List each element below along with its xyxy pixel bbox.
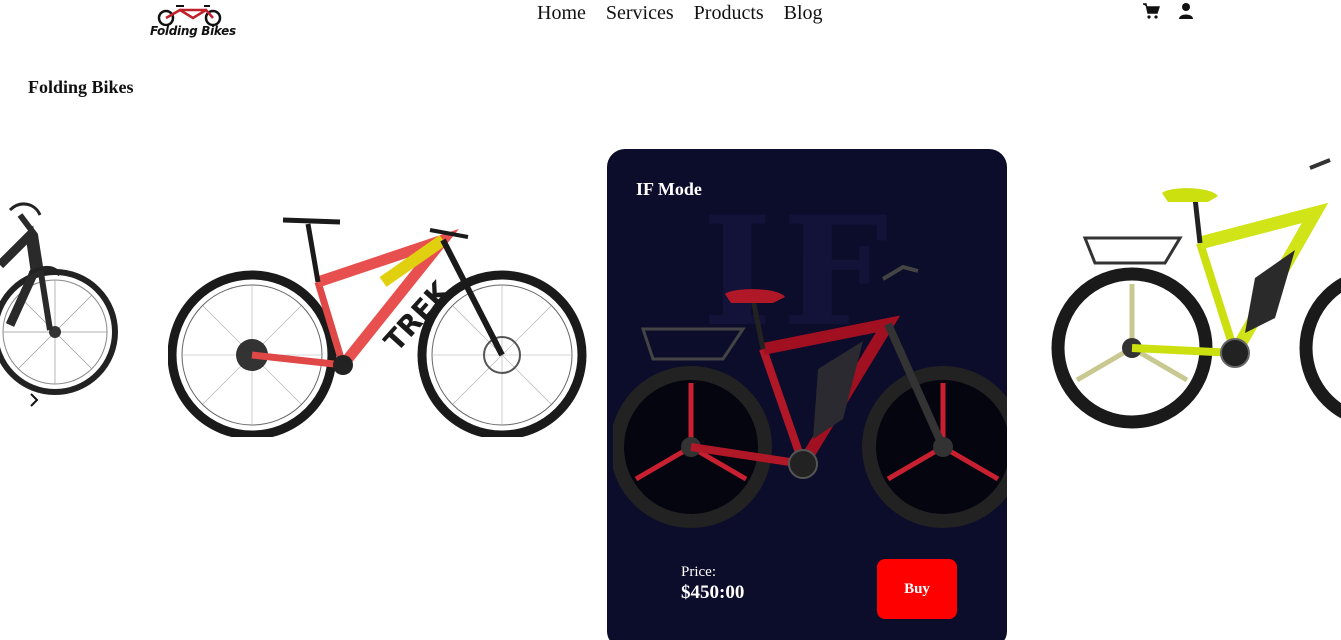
header-icons	[1142, 2, 1194, 25]
chevron-right-icon[interactable]	[28, 391, 40, 414]
nav-services[interactable]: Services	[606, 2, 674, 25]
cart-icon[interactable]	[1142, 2, 1160, 25]
logo-text: Folding Bikes	[150, 24, 236, 38]
bike-image-left[interactable]	[0, 195, 120, 405]
nav-products[interactable]: Products	[694, 2, 764, 25]
bike-image-right[interactable]	[1050, 158, 1341, 438]
buy-button[interactable]: Buy	[877, 559, 957, 619]
nav-home[interactable]: Home	[537, 2, 586, 25]
section-title: Folding Bikes	[28, 77, 134, 97]
svg-text:TREK: TREK	[378, 274, 458, 358]
featured-product-card[interactable]: IF IF Mode Price: $450:00 Buy	[607, 149, 1007, 640]
price-label: Price:	[681, 564, 716, 580]
nav-blog[interactable]: Blog	[784, 2, 823, 25]
bike-image-trek[interactable]: TREK	[167, 212, 588, 442]
price-value: $450:00	[681, 582, 745, 603]
card-title: IF Mode	[636, 179, 702, 199]
logo[interactable]: Folding Bikes	[148, 2, 238, 44]
bike-image-featured	[610, 259, 1007, 544]
bike-logo-icon	[157, 5, 222, 27]
main-nav: Home Services Products Blog	[537, 2, 823, 25]
user-icon[interactable]	[1178, 2, 1194, 25]
